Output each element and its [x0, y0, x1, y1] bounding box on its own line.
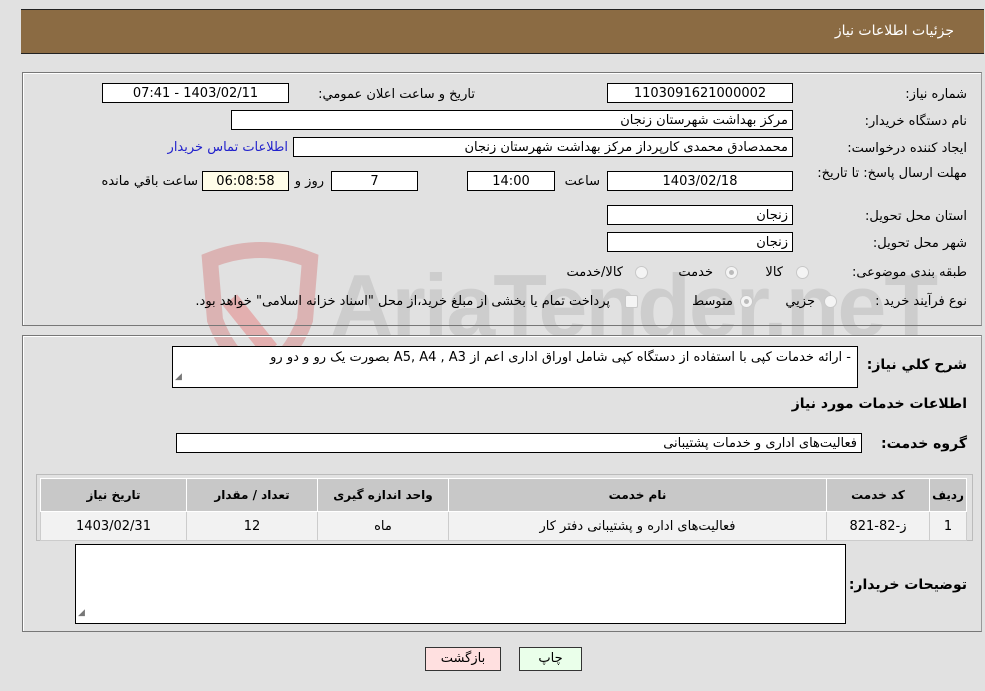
buyer-contact-link[interactable]: اطلاعات تماس خریدار [168, 140, 288, 155]
resize-handle-icon[interactable]: ◢ [175, 369, 182, 386]
service-group-label: گروه خدمت: [881, 436, 967, 452]
remaining-label: ساعت باقي مانده [101, 174, 198, 189]
col-quantity: تعداد / مقدار [186, 478, 318, 512]
days-label: روز و [294, 174, 324, 189]
creator-label: ایجاد کننده درخواست: [847, 141, 967, 156]
table-row: 1 ز-82-821 فعالیت‌های اداره و پشتیبانی د… [40, 511, 967, 541]
deadline-time-field: 14:00 [467, 171, 555, 191]
resize-handle-icon[interactable]: ◢ [78, 605, 85, 622]
category-radio-goods[interactable] [796, 266, 809, 279]
col-service-code: کد خدمت [826, 478, 930, 512]
services-section-title: اطلاعات خدمات مورد نیاز [791, 396, 967, 412]
time-label: ساعت [564, 174, 600, 189]
col-unit: واحد اندازه گیری [317, 478, 449, 512]
deadline-label: مهلت ارسال پاسخ: تا تاریخ: [817, 166, 967, 181]
treasury-note: پرداخت تمام یا بخشی از مبلغ خرید،از محل … [195, 294, 610, 309]
treasury-checkbox[interactable] [625, 295, 638, 308]
announce-label: تاریخ و ساعت اعلان عمومي: [318, 87, 475, 102]
page-title: جزئیات اطلاعات نیاز [834, 23, 954, 39]
table-header-row: ردیف کد خدمت نام خدمت واحد اندازه گیری ت… [40, 478, 967, 512]
cell-service-name: فعالیت‌های اداره و پشتیبانی دفتر کار [448, 511, 827, 541]
need-number-field: 1103091621000002 [607, 83, 793, 103]
description-text: - ارائه خدمات کپی با استفاده از دستگاه ک… [270, 350, 851, 365]
print-button[interactable]: چاپ [519, 647, 582, 671]
days-remaining-field: 7 [331, 171, 418, 191]
province-label: استان محل تحویل: [865, 209, 967, 224]
col-row-number: ردیف [929, 478, 967, 512]
process-option-minor: جزيي [785, 294, 815, 309]
description-label: شرح کلي نياز: [866, 357, 967, 373]
process-label: نوع فرآیند خرید : [875, 294, 967, 309]
buyer-org-label: نام دستگاه خريدار: [864, 114, 967, 129]
process-option-medium: متوسط [692, 294, 733, 309]
category-option-service: خدمت [678, 265, 713, 280]
back-button[interactable]: بازگشت [425, 647, 501, 671]
category-label: طبقه بندی موضوعی: [851, 265, 967, 280]
service-group-field: فعالیت‌های اداری و خدمات پشتیبانی [176, 433, 862, 453]
buyer-notes-label: توضیحات خریدار: [848, 577, 967, 593]
city-field: زنجان [607, 232, 793, 252]
cell-row-number: 1 [929, 511, 967, 541]
col-need-date: تاریخ نیاز [40, 478, 187, 512]
cell-need-date: 1403/02/31 [40, 511, 187, 541]
buyer-org-field: مرکز بهداشت شهرستان زنجان [231, 110, 793, 130]
need-number-label: شماره نیاز: [905, 87, 967, 102]
process-radio-medium[interactable] [740, 295, 753, 308]
page-header: جزئیات اطلاعات نیاز [21, 9, 984, 54]
category-radio-goods-service[interactable] [635, 266, 648, 279]
cell-unit: ماه [317, 511, 449, 541]
cell-service-code: ز-82-821 [826, 511, 930, 541]
city-label: شهر محل تحویل: [872, 236, 967, 251]
deadline-date-field: 1403/02/18 [607, 171, 793, 191]
process-radio-minor[interactable] [824, 295, 837, 308]
cell-quantity: 12 [186, 511, 318, 541]
category-option-goods-service: کالا/خدمت [566, 265, 623, 280]
remaining-time-field: 06:08:58 [202, 171, 289, 191]
creator-field: محمدصادق محمدی کارپرداز مرکز بهداشت شهرس… [293, 137, 793, 157]
description-textarea[interactable]: - ارائه خدمات کپی با استفاده از دستگاه ک… [172, 346, 858, 388]
services-table: ردیف کد خدمت نام خدمت واحد اندازه گیری ت… [40, 478, 967, 541]
category-option-goods: کالا [765, 265, 783, 280]
announce-date-field: 1403/02/11 - 07:41 [102, 83, 289, 103]
buyer-notes-textarea[interactable]: ◢ [75, 544, 846, 624]
col-service-name: نام خدمت [448, 478, 827, 512]
province-field: زنجان [607, 205, 793, 225]
category-radio-service[interactable] [725, 266, 738, 279]
